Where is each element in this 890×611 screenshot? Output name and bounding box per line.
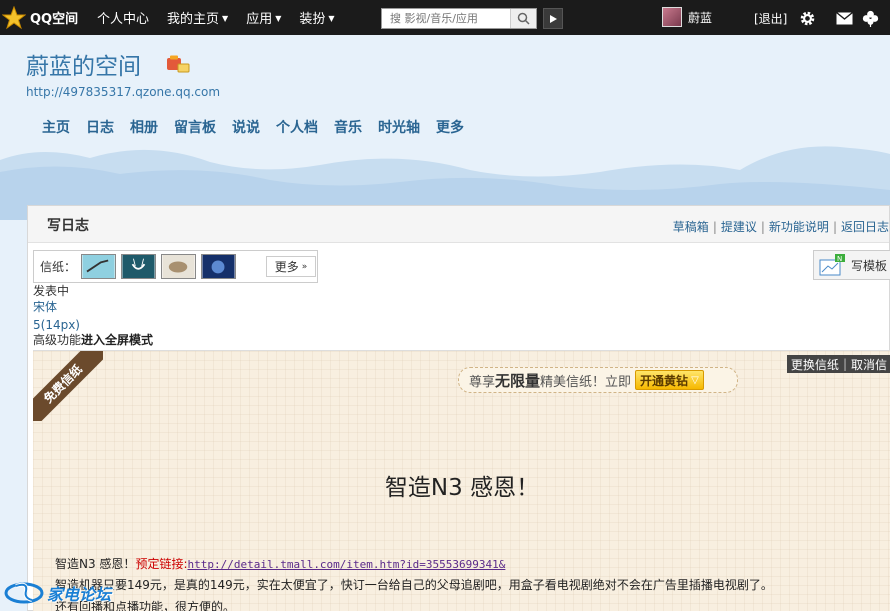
qzone-logo[interactable]: QQ空间	[2, 5, 88, 30]
editor-area[interactable]: 免费信纸 更换信纸 | 取消信 尊享 无限量 精美信纸！立即 开通黄钻 ▽ 智造N3 感…	[33, 350, 890, 611]
caret-down-icon: ▼	[328, 14, 335, 23]
more-stationery-button[interactable]: 更多 »	[266, 256, 317, 277]
nav-apps[interactable]: 应用 ▼	[237, 8, 290, 27]
feedback-link[interactable]: 提建议	[721, 220, 757, 234]
logout-link[interactable]: [退出]	[754, 10, 787, 27]
clover-icon[interactable]	[861, 9, 879, 27]
nav-more[interactable]: 更多	[436, 117, 464, 137]
stationery-thumb-2[interactable]	[121, 254, 157, 279]
nav-timeline[interactable]: 时光轴	[378, 117, 420, 137]
advanced-label[interactable]: 高级功能	[33, 333, 81, 347]
star-logo-icon	[2, 5, 26, 29]
nav-blog[interactable]: 日志	[86, 117, 114, 137]
write-blog-panel: 写日志 草稿箱 | 提建议 | 新功能说明 | 返回日志 信纸： 更多 » N 写模板 发表…	[27, 205, 890, 611]
open-vip-button[interactable]: 开通黄钻 ▽	[635, 370, 704, 390]
main-nav: 主页 日志 相册 留言板 说说 个人档 音乐 时光轴 更多	[42, 117, 480, 137]
double-chevron-down-icon: »	[301, 261, 308, 272]
space-url[interactable]: http://497835317.qzone.qq.com	[26, 85, 220, 99]
cancel-stationery-button[interactable]: 取消信	[851, 356, 887, 373]
advanced-tools: 高级功能进入全屏模式	[33, 332, 153, 348]
gear-icon[interactable]	[798, 9, 816, 27]
drafts-link[interactable]: 草稿箱	[673, 220, 709, 234]
fullscreen-link[interactable]: 进入全屏模式	[81, 333, 153, 347]
space-title[interactable]: 蔚蓝的空间	[26, 47, 141, 81]
forum-watermark: 家电论坛	[4, 575, 130, 611]
free-stationery-ribbon: 免费信纸	[33, 351, 103, 421]
nav-home[interactable]: 主页	[42, 117, 70, 137]
stationery-actions: 更换信纸 | 取消信	[786, 355, 890, 373]
font-size-select[interactable]: 5(14px)	[33, 317, 80, 333]
post-line-2: 智造机器只要149元，是真的149元，实在太便宜了，快订一台给自己的父母追剧吧，…	[55, 578, 773, 592]
stationery-picker: 信纸： 更多 »	[33, 250, 318, 283]
top-bar: QQ空间 个人中心 我的主页▼ 应用▼ 装扮▼ 蔚蓝 [退出]	[0, 0, 890, 35]
stationery-label: 信纸：	[40, 260, 77, 274]
caret-down-icon: ▼	[222, 14, 229, 23]
nav-my-home[interactable]: 我的主页 ▼	[158, 8, 237, 27]
tmall-link[interactable]: http://detail.tmall.com/item.htm?id=3555…	[187, 558, 505, 571]
vip-badge-icon[interactable]	[166, 55, 190, 73]
nav-music[interactable]: 音乐	[334, 117, 362, 137]
search-icon	[517, 12, 530, 25]
search-button[interactable]	[510, 9, 536, 28]
post-line-1: 智造N3 感恩！预定链接:http://detail.tmall.com/ite…	[55, 557, 506, 571]
nav-profile[interactable]: 个人档	[276, 117, 318, 137]
username[interactable]: 蔚蓝	[688, 9, 712, 26]
stationery-thumb-4[interactable]	[201, 254, 237, 279]
write-template-button[interactable]: N 写模板	[813, 250, 890, 280]
search-box	[381, 8, 537, 29]
nav-album[interactable]: 相册	[130, 117, 158, 137]
nav-dressup[interactable]: 装扮 ▼	[290, 8, 343, 27]
caret-down-icon: ▼	[275, 14, 282, 23]
logo-text: QQ空间	[30, 12, 79, 27]
forum-logo-icon	[4, 582, 44, 604]
promo-banner: 尊享 无限量 精美信纸！立即 开通黄钻 ▽	[458, 367, 738, 393]
panel-header: 写日志 草稿箱 | 提建议 | 新功能说明 | 返回日志	[28, 206, 889, 243]
svg-text:N: N	[837, 255, 842, 263]
swap-stationery-button[interactable]: 更换信纸	[791, 356, 839, 373]
mail-icon[interactable]	[835, 9, 853, 27]
panel-title: 写日志	[47, 218, 89, 234]
font-select[interactable]: 宋体	[33, 299, 57, 315]
panel-links: 草稿箱 | 提建议 | 新功能说明 | 返回日志	[672, 220, 889, 234]
stationery-thumb-1[interactable]	[81, 254, 117, 279]
back-to-blog-link[interactable]: 返回日志	[841, 220, 889, 234]
play-button[interactable]	[543, 8, 563, 29]
diamond-icon: ▽	[691, 374, 699, 386]
template-icon: N	[819, 254, 845, 276]
avatar[interactable]	[662, 7, 682, 27]
publish-status: 发表中	[33, 284, 70, 298]
new-features-link[interactable]: 新功能说明	[769, 220, 829, 234]
nav-guestbook[interactable]: 留言板	[174, 117, 216, 137]
user-info[interactable]: 蔚蓝	[662, 7, 712, 27]
play-icon	[550, 14, 557, 23]
nav-shuoshuo[interactable]: 说说	[232, 117, 260, 137]
nav-personal-center[interactable]: 个人中心	[88, 8, 158, 27]
post-heading: 智造N3 感恩！	[384, 475, 540, 501]
stationery-thumb-3[interactable]	[161, 254, 197, 279]
search-input[interactable]	[382, 9, 510, 28]
